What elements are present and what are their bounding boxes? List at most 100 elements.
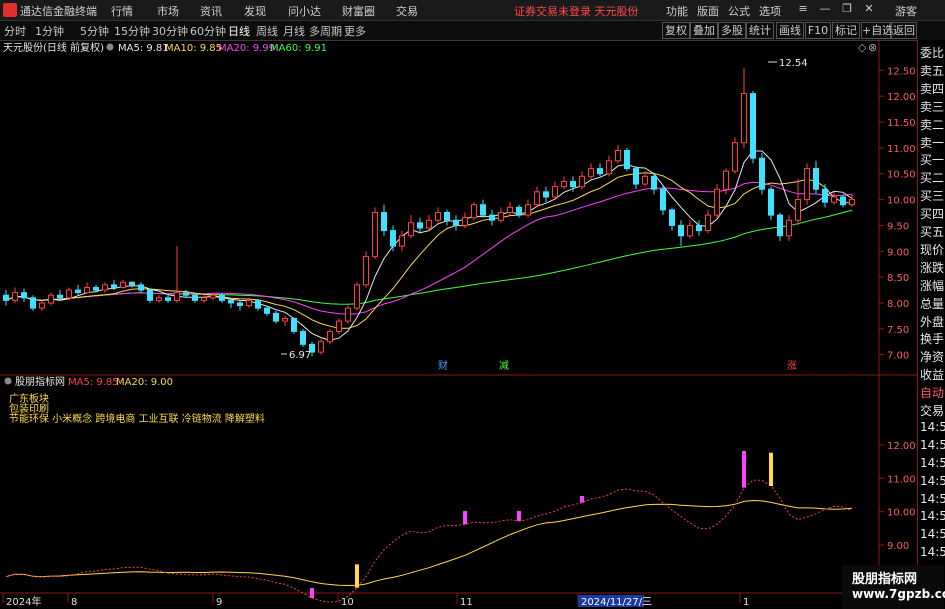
sidebar-item[interactable]: 收益: [920, 366, 944, 383]
period-more[interactable]: 更多: [344, 23, 366, 39]
candle-body: [642, 175, 648, 185]
candle-body: [246, 299, 252, 307]
sidebar-item[interactable]: 卖二: [920, 116, 944, 133]
period-multi[interactable]: 多周期: [309, 23, 342, 39]
sidebar-item[interactable]: 换手: [920, 330, 944, 347]
menu-zixun[interactable]: 资讯: [200, 3, 222, 19]
sidebar-item[interactable]: 买三: [920, 187, 944, 204]
legend-settings-icon[interactable]: [106, 43, 114, 51]
sidebar-item[interactable]: 自动: [920, 384, 944, 401]
price-tick-label: 7.00: [887, 351, 909, 362]
marker-cai[interactable]: 财: [438, 359, 448, 372]
period-fenshi[interactable]: 分时: [4, 23, 26, 39]
sidebar-item[interactable]: 现价: [920, 241, 944, 258]
mark-button[interactable]: 标记: [832, 22, 860, 39]
menu-wenxiaoda[interactable]: 问小达: [288, 3, 321, 19]
back-button[interactable]: 返回: [891, 22, 917, 39]
menu-xuanxiang[interactable]: 选项: [759, 3, 781, 19]
period-month[interactable]: 月线: [283, 23, 305, 39]
add-watchlist-button[interactable]: +自选: [861, 22, 893, 39]
menu-banmian[interactable]: 版面: [697, 3, 719, 19]
sidebar-item[interactable]: 14:5: [920, 438, 945, 452]
close-icon[interactable]: ✕: [862, 2, 876, 16]
menu-gongshi[interactable]: 公式: [728, 3, 750, 19]
sub-indicator-name: 股朋指标网: [15, 375, 65, 388]
date-label: 2024/11/27/三: [581, 597, 652, 608]
marker-zhang[interactable]: 涨: [787, 360, 797, 372]
candle-body: [120, 281, 126, 288]
candle-body: [21, 292, 27, 299]
period-15min[interactable]: 15分钟: [114, 23, 150, 39]
sector-line-3: 节能环保 小米概念 跨境电商 工业互联 冷链物流 降解塑料: [9, 412, 265, 425]
guest-label[interactable]: 游客: [895, 3, 917, 19]
sidebar-item[interactable]: 交易: [920, 402, 944, 419]
period-60min[interactable]: 60分钟: [190, 23, 226, 39]
period-1min[interactable]: 1分钟: [35, 23, 64, 39]
candle-body: [453, 219, 459, 226]
candle-body: [543, 191, 549, 198]
price-tick-label: 11.00: [887, 144, 916, 155]
sidebar-item[interactable]: 卖四: [920, 80, 944, 97]
overlay-button[interactable]: 叠加: [690, 22, 718, 39]
fuquan-button[interactable]: 复权: [662, 22, 690, 39]
sidebar-item[interactable]: 14:5: [920, 420, 945, 434]
sidebar-item[interactable]: 外盘: [920, 313, 944, 330]
login-status[interactable]: 证券交易未登录 天元股份: [514, 3, 639, 19]
period-day[interactable]: 日线: [228, 23, 250, 39]
kline-chart[interactable]: 12.50 12.00 11.50 11.00 10.50 10.00 9.50 9.00 8.…: [0, 40, 917, 609]
multi-stock-button[interactable]: 多股: [718, 22, 746, 39]
draw-line-button[interactable]: 画线: [776, 22, 804, 39]
marker-jian[interactable]: 减: [499, 360, 509, 372]
sidebar-item[interactable]: 买二: [920, 169, 944, 186]
sidebar-item[interactable]: 卖一: [920, 134, 944, 151]
menu-hangqing[interactable]: 行情: [111, 3, 133, 19]
sidebar-item[interactable]: 买四: [920, 205, 944, 222]
menu-caifuquan[interactable]: 财富圈: [342, 3, 375, 19]
sidebar-item[interactable]: 买五: [920, 223, 944, 240]
ma10-line: [5, 172, 853, 329]
watermark-line-1: 股朋指标网: [852, 572, 918, 587]
sidebar-item[interactable]: 涨跌: [920, 259, 944, 276]
sidebar-item[interactable]: 14:5: [920, 456, 945, 470]
menu-gongneng[interactable]: 功能: [666, 3, 688, 19]
sidebar-item[interactable]: 卖五: [920, 62, 944, 79]
sidebar-item[interactable]: 14:5: [920, 545, 945, 559]
period-week[interactable]: 周线: [256, 23, 278, 39]
signal-bar: [580, 496, 584, 503]
ma60-legend: MA60: 9.91: [270, 43, 327, 54]
menu-shichang[interactable]: 市场: [157, 3, 179, 19]
sub-legend-settings-icon[interactable]: [4, 377, 12, 385]
menu-icon[interactable]: ≡: [796, 2, 810, 16]
sidebar-item[interactable]: 14:5: [920, 527, 945, 541]
candle-body: [381, 212, 387, 232]
sidebar-item[interactable]: 卖三: [920, 98, 944, 115]
sidebar-item[interactable]: 14:5: [920, 474, 945, 488]
sidebar-item[interactable]: 委比: [920, 44, 944, 61]
candle-body: [183, 292, 189, 296]
sidebar-item[interactable]: 14:5: [920, 509, 945, 523]
sidebar-item[interactable]: 买一: [920, 151, 944, 168]
chart-option-close-icon[interactable]: ⊗: [868, 41, 877, 54]
candle-body: [426, 219, 432, 229]
candle-body: [399, 235, 405, 247]
sub-ma20-line: [5, 499, 853, 587]
candles: [3, 68, 855, 357]
sidebar-item[interactable]: 总量: [920, 295, 944, 312]
sidebar-item[interactable]: 涨幅: [920, 277, 944, 294]
maximize-icon[interactable]: ❐: [840, 2, 854, 16]
f10-button[interactable]: F10: [805, 22, 831, 39]
period-5min[interactable]: 5分钟: [80, 23, 109, 39]
candle-body: [849, 199, 855, 206]
minimize-icon[interactable]: —: [818, 2, 832, 16]
sidebar-item[interactable]: 净资: [920, 348, 944, 365]
period-30min[interactable]: 30分钟: [152, 23, 188, 39]
stats-button[interactable]: 统计: [746, 22, 774, 39]
sidebar-item[interactable]: 14:5: [920, 492, 945, 506]
chart-option-diamond-icon[interactable]: ◇: [858, 41, 867, 54]
date-label: 11: [460, 597, 473, 608]
menu-jiaoyi[interactable]: 交易: [396, 3, 418, 19]
candle-body: [678, 224, 684, 237]
candle-body: [417, 222, 423, 229]
quote-sidebar: 委比 卖五 卖四 卖三 卖二 卖一 买一 买二 买三 买四 买五 现价 涨跌 涨幅 总量 外盘 换手 净资 收益 自动…: [917, 40, 945, 609]
menu-faxian[interactable]: 发现: [244, 3, 266, 19]
